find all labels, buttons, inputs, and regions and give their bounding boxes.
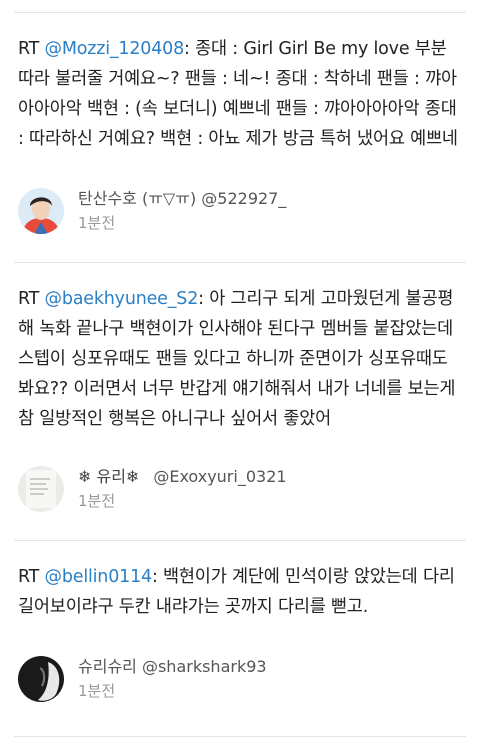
author-name[interactable]: ❄ 유리❄ @Exoxyuri_0321	[78, 466, 287, 488]
author-name[interactable]: 탄산수호 (ㅠ▽ㅠ) @522927_	[78, 188, 286, 210]
author-handle: @Exoxyuri_0321	[153, 467, 287, 486]
rt-prefix: RT	[18, 567, 45, 587]
mention-link[interactable]: @Mozzi_120408	[45, 39, 185, 59]
mention-link[interactable]: @bellin0114	[45, 567, 153, 587]
tweet-3[interactable]: RT @bellin0114: 백현이가 계단에 민석이랑 앉았는데 다리길어보…	[0, 562, 480, 622]
rt-prefix: RT	[18, 39, 45, 59]
tweet-body: RT @Mozzi_120408: 종대 : Girl Girl Be my l…	[18, 34, 462, 154]
divider	[14, 12, 466, 13]
tweet-2[interactable]: RT @baekhyunee_S2: 아 그리구 되게 고마웠던게 불공평해 녹…	[0, 284, 480, 434]
tweet-body: RT @baekhyunee_S2: 아 그리구 되게 고마웠던게 불공평해 녹…	[18, 284, 462, 434]
timestamp: 1분전	[78, 214, 116, 232]
mention-link[interactable]: @baekhyunee_S2	[45, 289, 199, 309]
author-display-name: ❄ 유리❄	[78, 467, 140, 486]
tweet-feed: RT @Mozzi_120408: 종대 : Girl Girl Be my l…	[0, 0, 480, 740]
timestamp: 1분전	[78, 492, 116, 510]
tweet-body: RT @bellin0114: 백현이가 계단에 민석이랑 앉았는데 다리길어보…	[18, 562, 462, 622]
rt-prefix: RT	[18, 289, 45, 309]
tweet-1[interactable]: RT @Mozzi_120408: 종대 : Girl Girl Be my l…	[0, 34, 480, 154]
avatar[interactable]	[18, 466, 64, 512]
author-name[interactable]: 슈리슈리 @sharkshark93	[78, 656, 267, 678]
avatar[interactable]	[18, 656, 64, 702]
avatar[interactable]	[18, 188, 64, 234]
divider	[14, 540, 466, 541]
tweet-text: : 아 그리구 되게 고마웠던게 불공평해 녹화 끝나구 백현이가 인사해야 된…	[18, 289, 456, 429]
divider	[14, 736, 466, 737]
timestamp: 1분전	[78, 682, 116, 700]
divider	[14, 262, 466, 263]
